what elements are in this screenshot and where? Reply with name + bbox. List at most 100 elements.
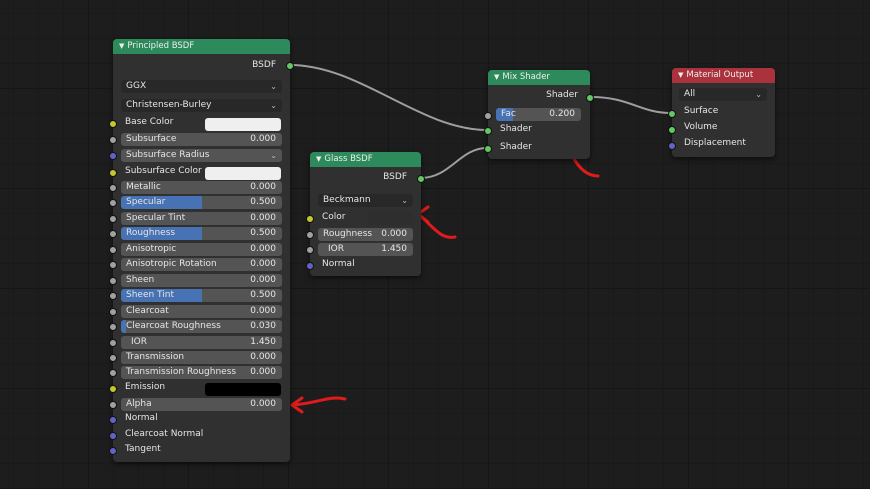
output-shader-label: Shader [546,90,578,100]
transmission-socket[interactable] [109,354,117,362]
subsurface-radius-socket[interactable] [109,152,117,160]
alpha-field[interactable]: Alpha 0.000 [121,398,282,411]
specular-tint-socket[interactable] [109,215,117,223]
anisotropic-field[interactable]: Anisotropic 0.000 [121,243,282,256]
output-bsdf-socket[interactable] [286,62,294,70]
shader2-label: Shader [500,142,532,152]
node-title: Principled BSDF [127,41,195,51]
glass-ior-field[interactable]: IOR 1.450 [318,243,413,256]
roughness-field[interactable]: Roughness 0.500 [121,227,282,240]
collapse-arrow-icon[interactable]: ▼ [316,152,321,167]
subsurface-color-socket[interactable] [109,169,117,177]
glass-color-swatch[interactable] [368,212,413,225]
node-title: Glass BSDF [324,154,373,164]
specular-tint-field[interactable]: Specular Tint 0.000 [121,212,282,225]
base-color-swatch[interactable] [205,118,281,131]
ior-field[interactable]: IOR 1.450 [121,336,282,349]
output-bsdf-label: BSDF [383,172,407,182]
output-bsdf-label: BSDF [252,60,276,70]
alpha-socket[interactable] [109,401,117,409]
volume-label: Volume [684,122,718,132]
subsurface-field[interactable]: Subsurface 0.000 [121,133,282,146]
displacement-label: Displacement [684,138,746,148]
mix-shader-node[interactable]: ▼ Mix Shader Shader Fac 0.200 Shader Shade… [484,70,594,159]
annotation-arrow-color [416,205,457,239]
collapse-arrow-icon[interactable]: ▼ [678,68,683,83]
shader2-socket[interactable] [484,145,492,153]
roughness-socket[interactable] [109,230,117,238]
subsurface-radius-field[interactable]: Subsurface Radius ⌄ [121,149,282,162]
material-output-node[interactable]: ▼ Material Output All ⌄ Surface Volume Dis… [668,68,775,157]
clearcoat-field[interactable]: Clearcoat 0.000 [121,305,282,318]
fac-field[interactable]: Fac 0.200 [496,108,581,121]
clearcoat-socket[interactable] [109,308,117,316]
node-title: Material Output [686,70,754,80]
surface-socket[interactable] [668,110,676,118]
emission-socket[interactable] [109,385,117,393]
glass-normal-label: Normal [322,259,355,269]
glass-roughness-socket[interactable] [306,231,314,239]
output-bsdf-socket[interactable] [417,175,425,183]
clearcoat-normal-label: Clearcoat Normal [125,429,204,439]
collapse-arrow-icon[interactable]: ▼ [119,39,124,54]
clearcoat-normal-socket[interactable] [109,432,117,440]
chevron-down-icon: ⌄ [270,101,277,110]
glass-color-socket[interactable] [306,215,314,223]
link-glass-to-mix [420,147,488,179]
glass-normal-socket[interactable] [306,262,314,270]
volume-socket[interactable] [668,126,676,134]
subsurface-method-dropdown[interactable]: Christensen-Burley ⌄ [121,99,282,112]
anisotropic-rotation-socket[interactable] [109,261,117,269]
node-header[interactable]: ▼ Material Output [672,68,775,83]
sheen-tint-field[interactable]: Sheen Tint 0.500 [121,289,282,302]
node-header[interactable]: ▼ Mix Shader [488,70,590,85]
transmission-field[interactable]: Transmission 0.000 [121,351,282,364]
collapse-arrow-icon[interactable]: ▼ [494,70,499,85]
base-color-label: Base Color [125,117,174,127]
glass-bsdf-node[interactable]: ▼ Glass BSDF BSDF Beckmann ⌄ Color Roughne… [306,152,425,276]
sheen-field[interactable]: Sheen 0.000 [121,274,282,287]
chevron-down-icon: ⌄ [755,90,762,99]
ior-socket[interactable] [109,339,117,347]
link-mix-to-output [590,96,672,114]
clearcoat-roughness-field[interactable]: Clearcoat Roughness 0.030 [121,320,282,333]
base-color-socket[interactable] [109,120,117,128]
clearcoat-roughness-socket[interactable] [109,323,117,331]
output-shader-socket[interactable] [586,94,594,102]
metallic-socket[interactable] [109,184,117,192]
glass-ior-socket[interactable] [306,246,314,254]
surface-label: Surface [684,106,719,116]
shader1-label: Shader [500,124,532,134]
tangent-socket[interactable] [109,447,117,455]
output-target-dropdown[interactable]: All ⌄ [679,88,767,101]
subsurface-color-label: Subsurface Color [125,166,202,176]
fac-socket[interactable] [484,112,492,120]
anisotropic-rotation-field[interactable]: Anisotropic Rotation 0.000 [121,258,282,271]
chevron-down-icon: ⌄ [270,82,277,91]
principled-bsdf-node[interactable]: ▼ Principled BSDF BSDF GGX ⌄ Christensen-B… [109,39,294,462]
specular-socket[interactable] [109,199,117,207]
transmission-roughness-socket[interactable] [109,369,117,377]
sheen-socket[interactable] [109,277,117,285]
sheen-tint-socket[interactable] [109,292,117,300]
transmission-roughness-field[interactable]: Transmission Roughness 0.000 [121,366,282,379]
node-header[interactable]: ▼ Glass BSDF [310,152,421,167]
normal-label: Normal [125,413,158,423]
glass-distribution-dropdown[interactable]: Beckmann ⌄ [318,194,413,207]
subsurface-color-swatch[interactable] [205,167,281,180]
subsurface-socket[interactable] [109,136,117,144]
shader1-socket[interactable] [484,127,492,135]
chevron-down-icon: ⌄ [270,151,277,160]
anisotropic-socket[interactable] [109,246,117,254]
emission-swatch[interactable] [205,383,281,396]
normal-socket[interactable] [109,416,117,424]
displacement-socket[interactable] [668,142,676,150]
node-header[interactable]: ▼ Principled BSDF [113,39,290,54]
glass-roughness-field[interactable]: Roughness 0.000 [318,228,413,241]
link-principled-to-mix [289,64,488,131]
specular-field[interactable]: Specular 0.500 [121,196,282,209]
metallic-field[interactable]: Metallic 0.000 [121,181,282,194]
glass-color-label: Color [322,212,346,222]
node-title: Mix Shader [502,72,550,82]
distribution-dropdown[interactable]: GGX ⌄ [121,80,282,93]
